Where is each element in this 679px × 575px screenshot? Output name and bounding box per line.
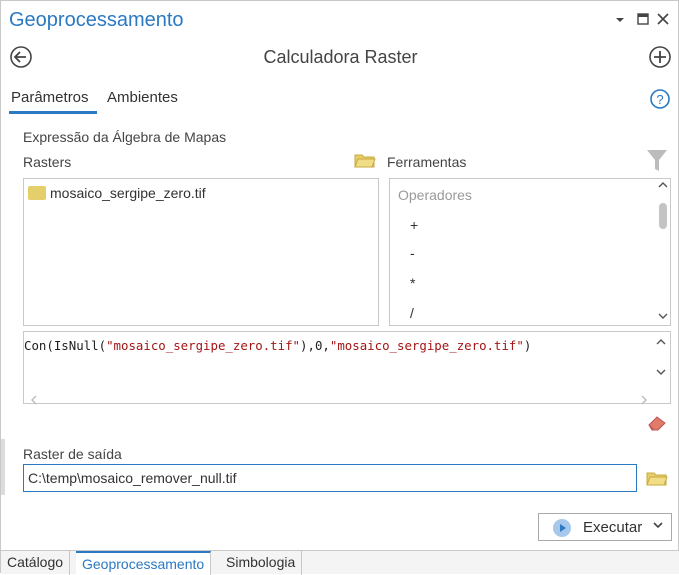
ferramentas-label: Ferramentas [387, 154, 467, 170]
operator-minus[interactable]: - [410, 245, 415, 261]
filter-icon[interactable] [646, 149, 668, 173]
active-tab-indicator [9, 111, 97, 114]
geoprocessing-pane: Geoprocessamento Calculadora Raster Parâ… [0, 0, 679, 575]
tab-parametros[interactable]: Parâmetros [11, 89, 89, 106]
output-label: Raster de saída [23, 446, 122, 462]
section-label: Expressão da Álgebra de Mapas [23, 129, 227, 145]
raster-file-icon [28, 186, 46, 200]
run-button[interactable]: Executar [538, 513, 672, 541]
scroll-up-icon[interactable] [656, 338, 666, 349]
help-icon[interactable]: ? [650, 89, 670, 109]
pane-tabs: Catálogo Geoprocessamento Simbologia [1, 550, 679, 575]
expression-editor[interactable]: Con(IsNull("mosaico_sergipe_zero.tif"),0… [23, 331, 671, 405]
svg-text:?: ? [656, 92, 663, 107]
tools-list[interactable]: Operadores + - * / [389, 178, 671, 326]
operator-multiply[interactable]: * [410, 275, 415, 291]
pane-title: Geoprocessamento [9, 9, 184, 31]
play-icon [553, 519, 571, 537]
chevron-down-icon[interactable] [615, 13, 625, 28]
tool-title: Calculadora Raster [263, 47, 418, 67]
run-button-label: Executar [583, 519, 643, 536]
tab-catalogo[interactable]: Catálogo [1, 551, 71, 575]
chevron-down-icon[interactable] [653, 520, 663, 532]
operators-group-header: Operadores [398, 187, 472, 203]
tab-geoprocessamento[interactable]: Geoprocessamento [76, 551, 212, 575]
rasters-label: Rasters [23, 154, 72, 170]
expression-vscroll[interactable] [652, 332, 670, 387]
expression-text[interactable]: Con(IsNull("mosaico_sergipe_zero.tif"),0… [24, 338, 531, 353]
scroll-down-icon[interactable] [658, 312, 668, 323]
rasters-list[interactable]: mosaico_sergipe_zero.tif [23, 178, 379, 326]
add-plus-icon[interactable] [648, 45, 672, 69]
output-section-accent [1, 439, 5, 495]
tools-scrollbar[interactable] [656, 179, 670, 325]
scroll-thumb[interactable] [659, 203, 667, 229]
close-icon[interactable] [657, 13, 669, 28]
output-raster-field[interactable]: C:\temp\mosaico_remover_null.tif [23, 464, 637, 492]
scroll-right-icon[interactable] [640, 392, 648, 410]
output-browse-folder-icon[interactable] [646, 470, 668, 486]
scroll-up-icon[interactable] [658, 181, 668, 192]
tab-simbologia[interactable]: Simbologia [220, 551, 303, 575]
scroll-left-icon[interactable] [30, 392, 38, 410]
expression-hscroll[interactable] [24, 389, 648, 405]
maximize-icon[interactable] [637, 13, 649, 28]
browse-folder-icon[interactable] [354, 152, 376, 168]
tab-ambientes[interactable]: Ambientes [107, 89, 178, 106]
eraser-icon[interactable] [646, 415, 668, 431]
list-item[interactable]: mosaico_sergipe_zero.tif [28, 185, 206, 201]
tool-header: Calculadora Raster [1, 41, 679, 75]
operator-divide[interactable]: / [410, 305, 414, 321]
operator-plus[interactable]: + [410, 217, 418, 233]
scroll-down-icon[interactable] [656, 368, 666, 379]
raster-name: mosaico_sergipe_zero.tif [50, 185, 206, 201]
